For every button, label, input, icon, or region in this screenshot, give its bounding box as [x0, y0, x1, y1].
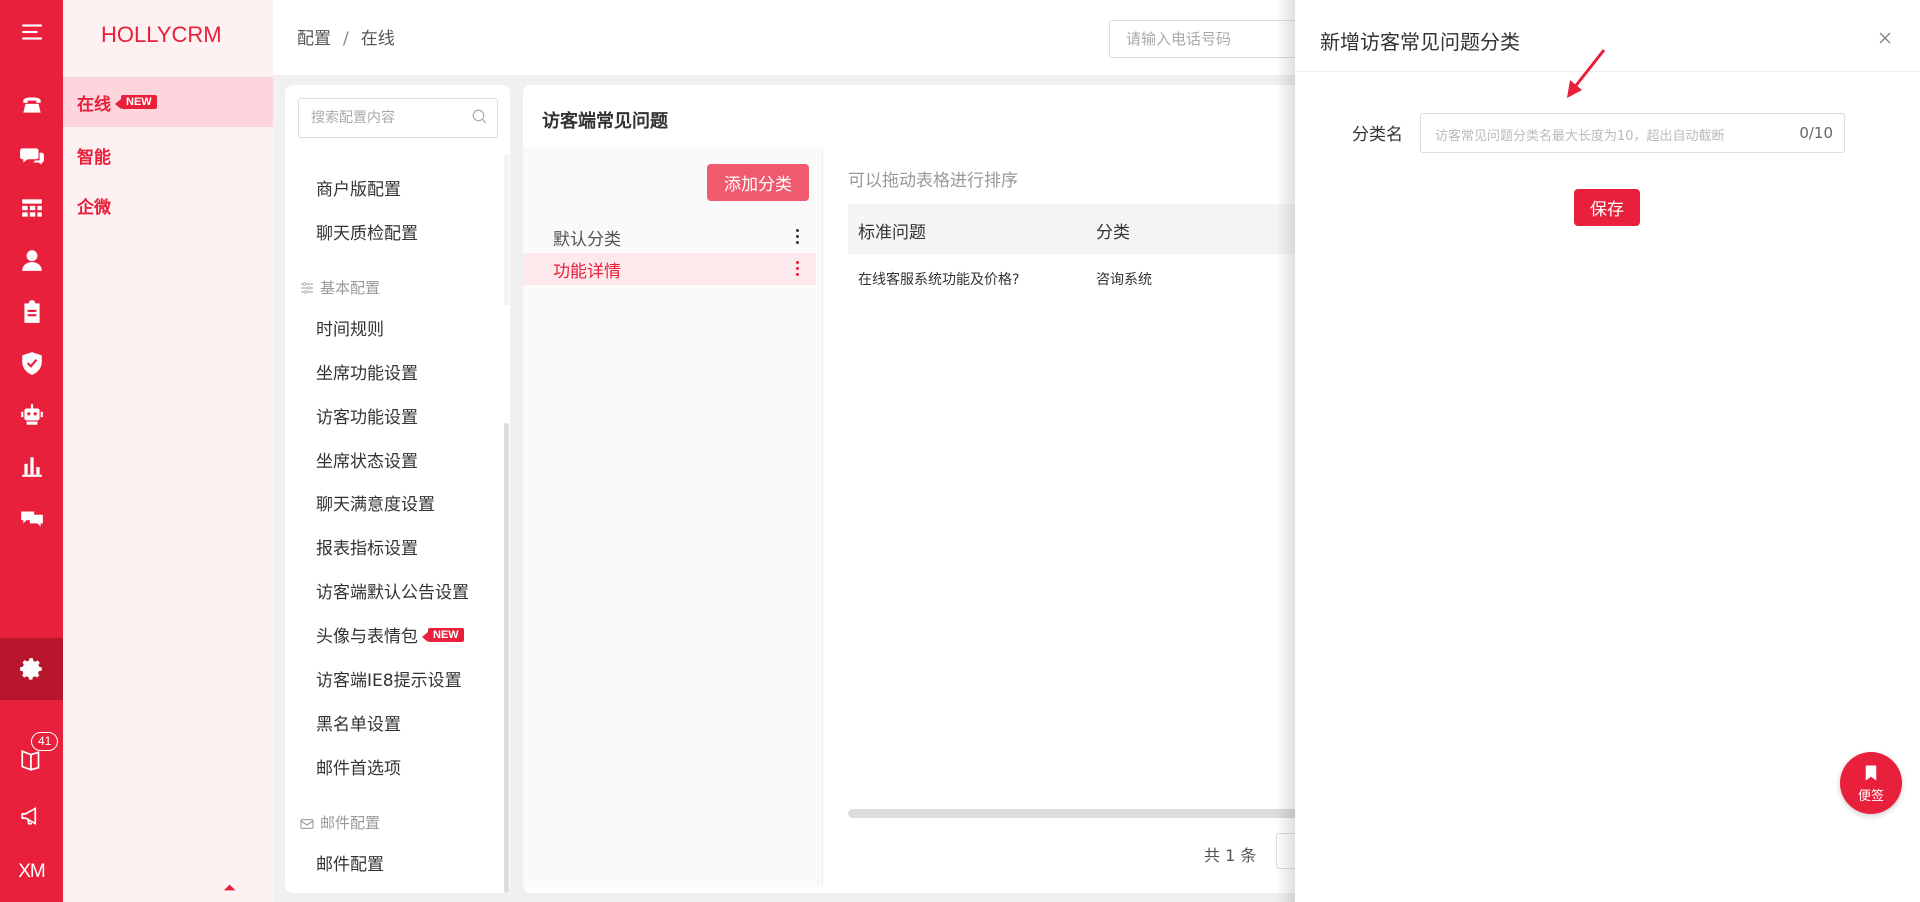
- book-icon[interactable]: 41: [0, 732, 63, 780]
- section-label: 基本配置: [320, 279, 381, 297]
- table-cell-question[interactable]: 在线客服系统功能及价格?: [858, 269, 1019, 289]
- config-item[interactable]: 时间规则: [316, 315, 384, 340]
- robot-icon[interactable]: [0, 395, 63, 435]
- new-tag: NEW: [422, 627, 464, 642]
- category-name-placeholder: 访客常见问题分类名最大长度为10，超出自动截断: [1435, 129, 1725, 144]
- section-label: 邮件配置: [320, 814, 381, 832]
- table-cell-category[interactable]: 咨询系统: [1096, 269, 1152, 289]
- clipboard-icon[interactable]: [0, 292, 63, 332]
- config-item[interactable]: 邮件首选项: [316, 754, 401, 779]
- config-item[interactable]: 聊天质检配置: [316, 219, 418, 244]
- faq-title: 访客端常见问题: [542, 111, 668, 132]
- nav-item-wecom[interactable]: 企微: [63, 180, 273, 230]
- table-header: 标准问题 分类: [848, 204, 1298, 254]
- config-item[interactable]: 邮件配置: [316, 850, 384, 875]
- new-tag: NEW: [115, 95, 157, 109]
- breadcrumb-item[interactable]: 配置: [297, 29, 331, 49]
- notification-badge: 41: [31, 732, 59, 751]
- add-category-drawer: 新增访客常见问题分类 分类名 访客常见问题分类名最大长度为10，超出自动截断 0…: [1295, 0, 1920, 902]
- phone-search-placeholder: 请输入电话号码: [1126, 30, 1232, 48]
- collapse-icon[interactable]: ⏶: [223, 878, 236, 898]
- config-item[interactable]: 访客端默认公告设置: [316, 578, 469, 603]
- category-name-input[interactable]: 访客常见问题分类名最大长度为10，超出自动截断 0/10: [1420, 113, 1845, 153]
- config-item[interactable]: 黑名单设置: [316, 710, 401, 735]
- config-section-mail: 邮件配置: [299, 812, 380, 833]
- column-header: 标准问题: [858, 223, 926, 243]
- bookmark-icon: [1865, 765, 1877, 780]
- icon-rail: 41 XM: [0, 0, 63, 902]
- secondary-nav: HOLLYCRM 在线 NEW 智能 企微 ⏶: [63, 0, 273, 902]
- add-category-button[interactable]: 添加分类: [707, 164, 809, 201]
- search-icon[interactable]: [471, 108, 489, 126]
- horizontal-scrollbar[interactable]: [848, 809, 1298, 818]
- config-item[interactable]: 聊天满意度设置: [316, 490, 435, 515]
- chat-icon[interactable]: [0, 136, 63, 176]
- more-icon[interactable]: [796, 261, 800, 277]
- phone-icon[interactable]: [0, 85, 63, 125]
- nav-item-online[interactable]: 在线 NEW: [63, 77, 273, 127]
- xm-logo[interactable]: XM: [0, 852, 63, 892]
- menu-icon[interactable]: [0, 12, 63, 52]
- config-item-label: 头像与表情包: [316, 627, 418, 647]
- scrollbar[interactable]: [504, 423, 509, 893]
- config-search-input[interactable]: 搜索配置内容: [298, 98, 498, 138]
- drawer-shadow: [1275, 0, 1295, 902]
- category-label: 功能详情: [553, 261, 621, 282]
- config-item[interactable]: 坐席状态设置: [316, 447, 418, 472]
- brand-logo: HOLLYCRM: [101, 22, 222, 47]
- config-item[interactable]: 商户版配置: [316, 175, 401, 200]
- config-item[interactable]: 报表指标设置: [316, 534, 418, 559]
- config-item[interactable]: 访客端IE8提示设置: [316, 666, 462, 691]
- nav-item-smart[interactable]: 智能: [63, 130, 273, 180]
- breadcrumb: 配置 / 在线: [297, 29, 395, 49]
- close-icon[interactable]: [1875, 28, 1895, 48]
- config-list-panel: 搜索配置内容 商户版配置 聊天质检配置 基本配置 时间规则 坐席功能设置 访客功…: [285, 85, 510, 893]
- category-row[interactable]: 默认分类: [523, 221, 816, 253]
- nav-item-label: 在线: [77, 94, 111, 115]
- config-search-placeholder: 搜索配置内容: [311, 110, 395, 126]
- pagination-total: 共 1 条: [1204, 846, 1257, 865]
- config-item[interactable]: 坐席功能设置: [316, 359, 418, 384]
- more-icon[interactable]: [796, 229, 800, 245]
- char-counter: 0/10: [1799, 124, 1833, 142]
- column-header: 分类: [1096, 223, 1130, 243]
- scroll-track: [504, 155, 509, 305]
- nav-item-label: 智能: [77, 147, 111, 168]
- breadcrumb-item: 在线: [360, 29, 395, 49]
- grid-icon[interactable]: [0, 188, 63, 228]
- category-row-active[interactable]: 功能详情: [523, 253, 816, 285]
- user-icon[interactable]: [0, 240, 63, 280]
- category-label: 默认分类: [553, 229, 621, 250]
- drawer-title: 新增访客常见问题分类: [1320, 30, 1520, 54]
- settings-icon[interactable]: [0, 638, 63, 700]
- sticky-note-button[interactable]: 便签: [1840, 752, 1902, 814]
- bar-chart-icon[interactable]: [0, 446, 63, 486]
- shield-icon[interactable]: [0, 343, 63, 383]
- drag-hint: 可以拖动表格进行排序: [848, 171, 1018, 191]
- config-item[interactable]: 访客功能设置: [316, 403, 418, 428]
- category-name-label: 分类名: [1352, 125, 1403, 145]
- sliders-icon: [301, 281, 313, 294]
- sticky-note-label: 便签: [1857, 788, 1884, 804]
- config-section-basic: 基本配置: [299, 277, 380, 298]
- save-button[interactable]: 保存: [1574, 189, 1640, 226]
- nav-item-label: 企微: [77, 197, 111, 218]
- feedback-icon[interactable]: [0, 498, 63, 538]
- mail-icon: [300, 818, 314, 829]
- config-item-avatar[interactable]: 头像与表情包 NEW: [316, 622, 464, 647]
- megaphone-icon[interactable]: [0, 796, 63, 836]
- annotation-arrow-icon: [1567, 49, 1606, 98]
